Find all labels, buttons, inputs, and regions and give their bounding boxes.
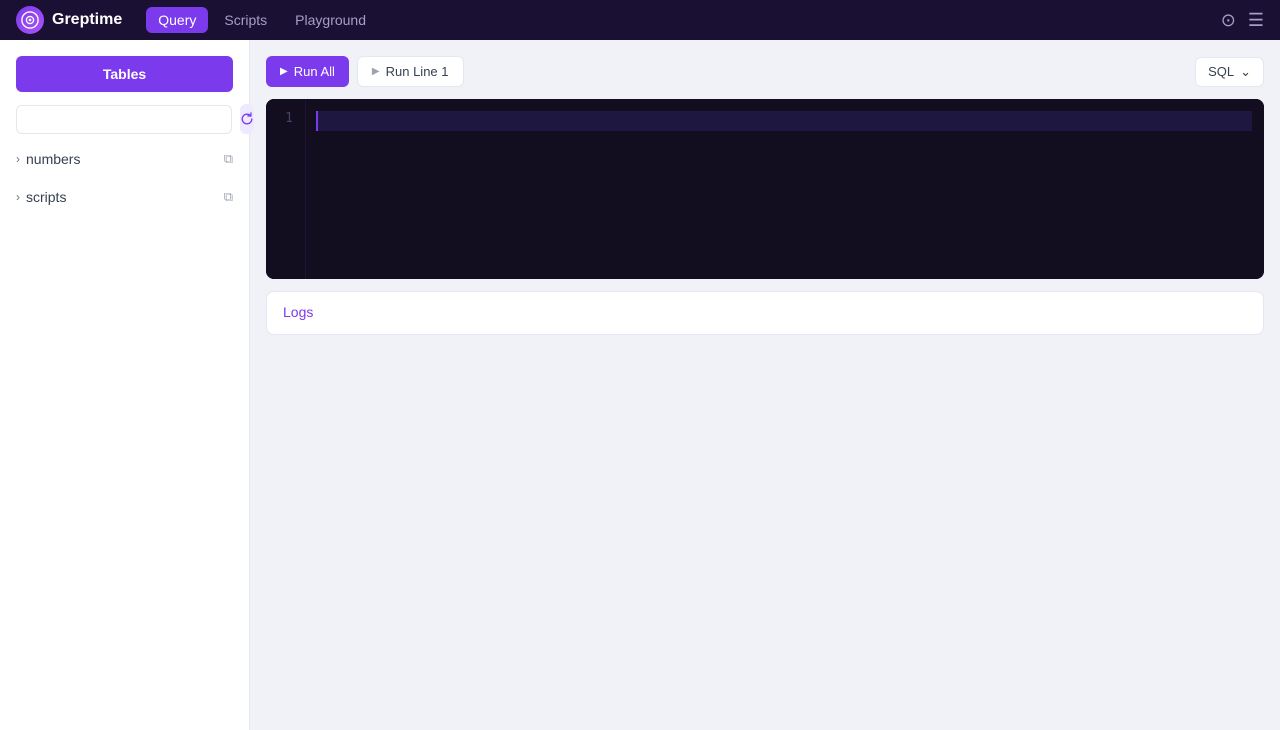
nav-scripts[interactable]: Scripts bbox=[212, 7, 279, 33]
sql-label: SQL bbox=[1208, 64, 1234, 79]
chevron-scripts-icon: › bbox=[16, 190, 20, 204]
run-all-label: Run All bbox=[294, 64, 335, 79]
line-numbers: 1 bbox=[266, 99, 306, 279]
tree-label-scripts: scripts bbox=[26, 189, 66, 205]
editor-cursor-line bbox=[316, 111, 1252, 131]
run-all-button[interactable]: ▶ Run All bbox=[266, 56, 349, 87]
play-line-icon: ▶ bbox=[372, 66, 380, 77]
main-content: ▶ Run All ▶ Run Line 1 SQL ⌄ 1 bbox=[250, 40, 1280, 730]
user-icon[interactable]: ⊙ bbox=[1221, 10, 1236, 31]
toolbar: ▶ Run All ▶ Run Line 1 SQL ⌄ bbox=[266, 56, 1264, 87]
nav-query[interactable]: Query bbox=[146, 7, 208, 33]
header: Greptime Query Scripts Playground ⊙ ☰ bbox=[0, 0, 1280, 40]
logo-text: Greptime bbox=[52, 11, 122, 29]
tree-item-scripts[interactable]: › scripts ⧉ bbox=[16, 184, 233, 210]
menu-icon[interactable]: ☰ bbox=[1248, 10, 1264, 31]
copy-scripts-icon[interactable]: ⧉ bbox=[224, 189, 233, 205]
logs-panel: Logs bbox=[266, 291, 1264, 335]
chevron-numbers-icon: › bbox=[16, 152, 20, 166]
logo-icon bbox=[16, 6, 44, 34]
code-editor: 1 bbox=[266, 99, 1264, 279]
header-right: ⊙ ☰ bbox=[1221, 10, 1264, 31]
search-row: 🔍 bbox=[16, 104, 233, 134]
toolbar-left: ▶ Run All ▶ Run Line 1 bbox=[266, 56, 464, 87]
layout: Tables 🔍 › numbers ⧉ › scrip bbox=[0, 40, 1280, 730]
header-left: Greptime Query Scripts Playground bbox=[16, 6, 378, 34]
main-nav: Query Scripts Playground bbox=[146, 7, 378, 33]
copy-numbers-icon[interactable]: ⧉ bbox=[224, 151, 233, 167]
editor-textarea[interactable] bbox=[306, 99, 1264, 279]
chevron-down-icon: ⌄ bbox=[1240, 64, 1251, 80]
tree-label-numbers: numbers bbox=[26, 151, 80, 167]
search-wrapper: 🔍 bbox=[16, 105, 232, 134]
sidebar: Tables 🔍 › numbers ⧉ › scrip bbox=[0, 40, 250, 730]
run-line-button[interactable]: ▶ Run Line 1 bbox=[357, 56, 464, 87]
line-number-1: 1 bbox=[278, 111, 293, 126]
logo: Greptime bbox=[16, 6, 122, 34]
run-line-label: Run Line 1 bbox=[386, 64, 449, 79]
play-all-icon: ▶ bbox=[280, 66, 288, 77]
search-input[interactable] bbox=[16, 105, 232, 134]
nav-playground[interactable]: Playground bbox=[283, 7, 378, 33]
logs-title: Logs bbox=[283, 304, 313, 320]
tree-item-numbers[interactable]: › numbers ⧉ bbox=[16, 146, 233, 172]
tables-button[interactable]: Tables bbox=[16, 56, 233, 92]
sql-select[interactable]: SQL ⌄ bbox=[1195, 57, 1264, 87]
